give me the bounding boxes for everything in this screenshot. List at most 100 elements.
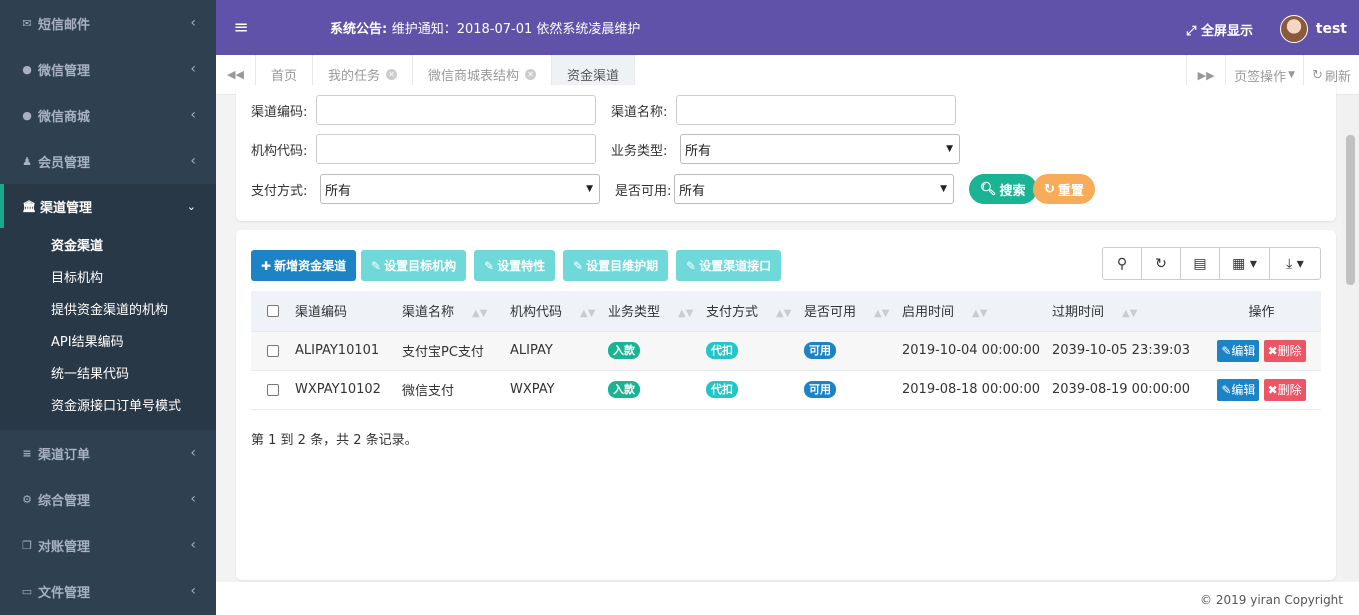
- th-channel-name[interactable]: 渠道名称 ▲▼: [402, 291, 510, 332]
- sort-icon: ▲▼: [678, 308, 694, 320]
- available-badge: 可用: [804, 381, 836, 398]
- search-icon[interactable]: ⚲: [1103, 248, 1142, 279]
- close-icon: ✖: [1267, 343, 1278, 358]
- search-icon: 🔍︎: [980, 181, 997, 197]
- row-checkbox[interactable]: [267, 344, 279, 357]
- sidebar-subitem-provider-org[interactable]: 提供资金渠道的机构: [0, 292, 216, 324]
- gears-icon: ⚙: [22, 492, 32, 506]
- org-code-row: 机构代码:: [251, 134, 596, 164]
- refresh-icon: ↻: [1044, 181, 1055, 197]
- set-channel-api-label: 设置渠道接口: [699, 259, 772, 273]
- biz-type-badge: 入款: [608, 381, 640, 398]
- chevron-left-icon: ‹: [190, 583, 196, 599]
- biz-type-badge: 入款: [608, 342, 640, 359]
- channel-name-row: 渠道名称:: [611, 95, 956, 125]
- cell-actions: ✎编辑 ✖删除: [1202, 331, 1321, 371]
- sidebar-item-members[interactable]: ♟ 会员管理 ‹: [0, 138, 216, 184]
- th-start-time[interactable]: 启用时间 ▲▼: [902, 291, 1052, 332]
- fullscreen-button[interactable]: ⤢ 全屏显示: [1186, 20, 1253, 39]
- table-panel: ✚ 新增资金渠道 ✎ 设置目标机构 ✎ 设置特性 ✎ 设置目维护期 ✎ 设置渠道…: [236, 230, 1336, 580]
- close-icon[interactable]: ✕: [386, 69, 398, 80]
- sidebar-item-general[interactable]: ⚙ 综合管理 ‹: [0, 476, 216, 522]
- chevron-left-icon: ‹: [190, 491, 196, 507]
- caret-down-icon: ▼: [586, 184, 593, 194]
- sidebar-item-channels[interactable]: 🏛 渠道管理 ⌄: [0, 184, 216, 228]
- sort-icon: ▲▼: [874, 308, 890, 320]
- avatar: [1279, 15, 1308, 43]
- sort-icon: ▲▼: [472, 308, 488, 320]
- sidebar-item-label: 短信邮件: [38, 17, 91, 33]
- channel-name-input[interactable]: [676, 95, 956, 125]
- channel-code-input[interactable]: [316, 95, 596, 125]
- sidebar-subitem-unified-result-code[interactable]: 统一结果代码: [0, 356, 216, 388]
- sidebar-subitem-fund-channel[interactable]: 资金渠道: [0, 228, 216, 260]
- th-label: 启用时间: [902, 305, 955, 321]
- edit-button[interactable]: ✎编辑: [1217, 378, 1260, 401]
- close-icon[interactable]: ✕: [525, 69, 537, 80]
- sidebar-subitem-target-org[interactable]: 目标机构: [0, 260, 216, 292]
- scrollbar-thumb[interactable]: [1346, 135, 1355, 285]
- th-biz-type[interactable]: 业务类型 ▲▼: [608, 291, 706, 332]
- delete-button[interactable]: ✖删除: [1263, 378, 1306, 401]
- th-label: 机构代码: [510, 305, 563, 321]
- caret-down-icon: ▼: [946, 144, 953, 154]
- content-scrollbar[interactable]: [1342, 95, 1359, 580]
- sidebar-item-files[interactable]: ▭ 文件管理 ‹: [0, 568, 216, 614]
- set-maintenance-button[interactable]: ✎ 设置目维护期: [563, 250, 669, 281]
- cell-channel-code: ALIPAY10101: [295, 331, 402, 371]
- columns-icon[interactable]: ▦ ▾: [1220, 248, 1270, 279]
- comments-icon: ●: [22, 108, 32, 122]
- add-channel-button[interactable]: ✚ 新增资金渠道: [251, 250, 357, 281]
- org-code-input[interactable]: [316, 134, 596, 164]
- th-channel-code[interactable]: 渠道编码: [295, 291, 402, 332]
- cell-org-code: WXPAY: [510, 370, 608, 410]
- cell-channel-name: 微信支付: [402, 370, 510, 410]
- sidebar-item-wechat-mall[interactable]: ● 微信商城 ‹: [0, 92, 216, 138]
- cell-available: 可用: [804, 331, 902, 371]
- sidebar-subitem-api-result-code[interactable]: API结果编码: [0, 324, 216, 356]
- th-label: 过期时间: [1052, 305, 1105, 321]
- cell-start-time: 2019-08-18 00:00:00: [902, 370, 1052, 410]
- cell-pay-method: 代扣: [706, 370, 804, 410]
- sidebar-item-wechat[interactable]: ● 微信管理 ‹: [0, 46, 216, 92]
- available-select[interactable]: 所有 ▼: [674, 174, 954, 204]
- set-channel-api-button[interactable]: ✎ 设置渠道接口: [676, 250, 782, 281]
- list-icon[interactable]: ▤: [1181, 248, 1220, 279]
- edit-icon: ✎: [484, 258, 495, 273]
- row-checkbox[interactable]: [267, 383, 279, 396]
- reset-button-label: 重置: [1057, 183, 1084, 199]
- biz-type-row: 业务类型: 所有 ▼: [611, 134, 960, 164]
- cell-org-code: ALIPAY: [510, 331, 608, 371]
- close-icon: ✖: [1267, 382, 1278, 397]
- cell-available: 可用: [804, 370, 902, 410]
- biz-type-value: 所有: [685, 143, 712, 159]
- th-label: 渠道编码: [295, 305, 348, 321]
- th-available[interactable]: 是否可用 ▲▼: [804, 291, 902, 332]
- chevron-left-icon: ‹: [190, 61, 196, 77]
- refresh-icon[interactable]: ↻: [1142, 248, 1181, 279]
- menu-toggle-icon[interactable]: ≡: [216, 17, 266, 38]
- sidebar-subitem-order-no-mode[interactable]: 资金源接口订单号模式: [0, 388, 216, 420]
- sidebar-item-reconciliation[interactable]: ❐ 对账管理 ‹: [0, 522, 216, 568]
- download-icon[interactable]: ⤓ ▾: [1270, 248, 1320, 279]
- set-target-org-label: 设置目标机构: [384, 259, 457, 273]
- th-pay-method[interactable]: 支付方式 ▲▼: [706, 291, 804, 332]
- th-end-time[interactable]: 过期时间 ▲▼: [1052, 291, 1202, 332]
- edit-button[interactable]: ✎编辑: [1217, 339, 1260, 362]
- pay-method-value: 所有: [325, 183, 352, 199]
- reset-button[interactable]: ↻ 重置: [1033, 174, 1095, 204]
- delete-button[interactable]: ✖删除: [1263, 339, 1306, 362]
- set-target-org-button[interactable]: ✎ 设置目标机构: [361, 250, 467, 281]
- select-all-checkbox[interactable]: [267, 304, 279, 317]
- set-feature-button[interactable]: ✎ 设置特性: [474, 250, 556, 281]
- sidebar-item-channel-orders[interactable]: ≡ 渠道订单 ‹: [0, 430, 216, 476]
- tab-label: 首页: [271, 69, 298, 84]
- sidebar-item-sms-email[interactable]: ✉ 短信邮件 ‹: [0, 0, 216, 46]
- th-org-code[interactable]: 机构代码 ▲▼: [510, 291, 608, 332]
- search-button[interactable]: 🔍︎ 搜索: [969, 174, 1037, 204]
- user-menu[interactable]: test: [1279, 15, 1347, 43]
- pay-method-badge: 代扣: [706, 381, 738, 398]
- biz-type-select[interactable]: 所有 ▼: [680, 134, 960, 164]
- cell-end-time: 2039-10-05 23:39:03: [1052, 331, 1202, 371]
- pay-method-select[interactable]: 所有 ▼: [320, 174, 600, 204]
